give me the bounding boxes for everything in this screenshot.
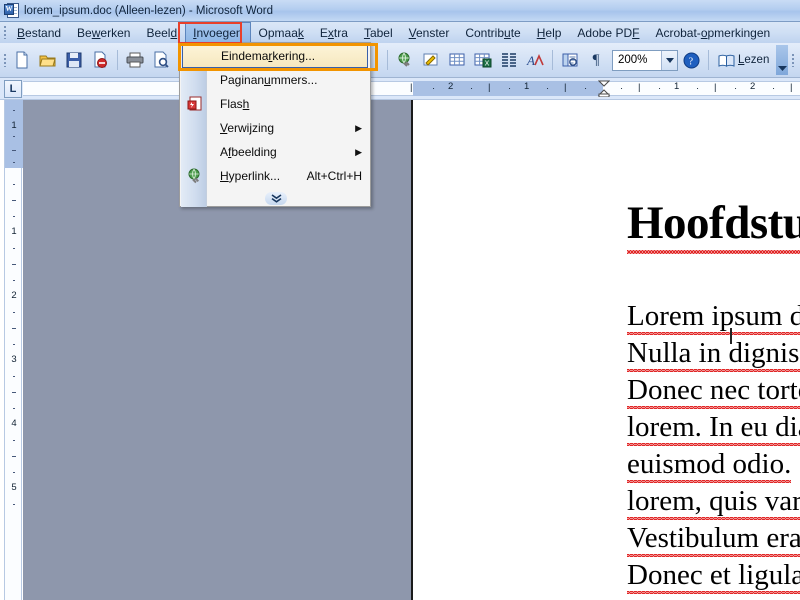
title-bar-text: lorem_ipsum.doc (Alleen-lezen) - Microso… [24, 4, 274, 17]
toolbar-grip[interactable] [0, 53, 9, 67]
line-text: lorem. In eu dia [627, 411, 800, 446]
menu-item-paginanummers[interactable]: Paginanummers... [180, 68, 370, 92]
menu-bar: Bestand Bewerken Beeld Invoegen Opmaak E… [0, 22, 800, 43]
document-line: Nulla in digniss [627, 337, 800, 372]
menu-tabel[interactable]: Tabel [356, 22, 401, 43]
menu-invoegen[interactable]: Invoegen [185, 22, 251, 43]
document-line: lorem, quis var [627, 485, 800, 520]
menu-extra[interactable]: Extra [312, 22, 356, 43]
columns-icon[interactable] [497, 48, 521, 72]
tab-selector-glyph: L [9, 83, 17, 95]
document-page[interactable]: Hoofdstu Lorem ipsum d Nulla in digniss … [415, 100, 800, 600]
horizontal-ruler[interactable]: | · 2 · | · 1 · | · · | · 1 · | · 2 · | [0, 78, 800, 100]
read-button[interactable]: Lezen [713, 49, 774, 71]
print-preview-icon[interactable] [149, 48, 173, 72]
word-application-window: W lorem_ipsum.doc (Alleen-lezen) - Micro… [0, 0, 800, 600]
help-icon[interactable]: ? [679, 48, 703, 72]
new-document-icon[interactable] [10, 48, 34, 72]
toolbar-separator [552, 50, 553, 70]
document-line: Vestibulum erat [627, 522, 800, 557]
menu-venster[interactable]: Venster [401, 22, 458, 43]
menu-item-eindemarkering[interactable]: Eindemarkering... [182, 44, 368, 68]
permission-icon[interactable] [88, 48, 112, 72]
menu-item-label: Paginanummers... [220, 73, 318, 87]
menu-help[interactable]: Help [529, 22, 570, 43]
chevron-down-icon[interactable] [661, 50, 677, 70]
menu-contribute[interactable]: Contribute [457, 22, 528, 43]
read-button-label: Lezen [738, 54, 770, 66]
document-line: Donec et ligula [627, 559, 800, 594]
vertical-ruler[interactable]: 1 1 2 3 4 5 [4, 100, 23, 600]
hyperlink-icon[interactable] [393, 48, 417, 72]
insert-table-icon[interactable] [445, 48, 469, 72]
svg-text:A: A [526, 53, 535, 68]
line-text: Lorem ipsum d [627, 300, 800, 335]
menu-item-hyperlink[interactable]: Hyperlink... Alt+Ctrl+H [180, 164, 370, 188]
word-document-icon: W [4, 3, 19, 18]
heading-text: Hoofdstu [627, 196, 800, 254]
invoegen-dropdown-menu[interactable]: Eindemarkering... Paginanummers... Flash… [179, 42, 371, 207]
zoom-level: 200% [618, 54, 648, 66]
line-text: lorem, quis var [627, 485, 800, 520]
open-folder-icon[interactable] [36, 48, 60, 72]
print-icon[interactable] [123, 48, 147, 72]
flash-icon [186, 95, 204, 113]
show-formatting-icon[interactable]: ¶ [584, 48, 608, 72]
menu-item-afbeelding[interactable]: Afbeelding ▶ [180, 140, 370, 164]
menu-beeld[interactable]: Beeld [138, 22, 185, 43]
document-line: euismod odio. [627, 448, 792, 483]
globe-link-icon [186, 167, 204, 185]
text-cursor [730, 328, 732, 344]
line-text: Nulla in digniss [627, 337, 800, 372]
submenu-arrow-icon: ▶ [355, 122, 362, 133]
standard-toolbar: ABC X A ¶ 200% [0, 43, 800, 78]
menu-item-flash[interactable]: Flash [180, 92, 370, 116]
document-map-icon[interactable] [558, 48, 582, 72]
menu-item-shortcut: Alt+Ctrl+H [306, 169, 362, 183]
formatting-toolbar-grip[interactable] [788, 53, 797, 67]
toolbar-separator [387, 50, 388, 70]
menubar-grip[interactable] [0, 22, 9, 43]
toolbar-separator [708, 50, 709, 70]
menu-item-verwijzing[interactable]: Verwijzing ▶ [180, 116, 370, 140]
submenu-arrow-icon: ▶ [355, 146, 362, 157]
tab-selector-button[interactable]: L [4, 80, 22, 98]
menu-item-label: Eindemarkering... [221, 49, 316, 63]
indent-marker[interactable] [598, 80, 610, 97]
insert-excel-sheet-icon[interactable]: X [471, 48, 495, 72]
document-line: Lorem ipsum d [627, 300, 800, 335]
drawing-icon[interactable] [419, 48, 443, 72]
toolbar-overflow-button[interactable] [776, 45, 789, 75]
save-icon[interactable] [62, 48, 86, 72]
zoom-combobox[interactable]: 200% [612, 49, 678, 71]
menu-item-label: Hyperlink... [220, 169, 281, 183]
menu-bewerken[interactable]: Bewerken [69, 22, 138, 43]
menu-bestand[interactable]: Bestand [9, 22, 69, 43]
document-line: Donec nec torto [627, 374, 800, 409]
menu-acrobat-opmerkingen[interactable]: Acrobat-opmerkingen [647, 22, 778, 43]
toolbar-separator [117, 50, 118, 70]
chevron-double-down-icon [265, 191, 287, 205]
title-bar: W lorem_ipsum.doc (Alleen-lezen) - Micro… [0, 0, 800, 22]
menu-adobe-pdf[interactable]: Adobe PDF [569, 22, 647, 43]
svg-text:?: ? [688, 56, 693, 67]
document-line: lorem. In eu dia [627, 411, 800, 446]
book-icon [718, 54, 735, 67]
line-text: euismod odio. [627, 448, 792, 483]
menu-item-label: Flash [220, 97, 250, 111]
document-heading: Hoofdstu [627, 196, 800, 254]
menu-opmaak[interactable]: Opmaak [251, 22, 312, 43]
menu-item-label: Afbeelding [220, 145, 277, 159]
document-workspace[interactable]: Hoofdstu Lorem ipsum d Nulla in digniss … [23, 100, 800, 600]
svg-text:X: X [485, 61, 490, 68]
menu-item-label: Verwijzing [220, 121, 275, 135]
wordart-icon[interactable]: A [523, 48, 547, 72]
line-text: Donec nec torto [627, 374, 800, 409]
line-text: Donec et ligula [627, 559, 800, 594]
line-text: Vestibulum erat [627, 522, 800, 557]
menu-expand-button[interactable] [180, 190, 372, 206]
